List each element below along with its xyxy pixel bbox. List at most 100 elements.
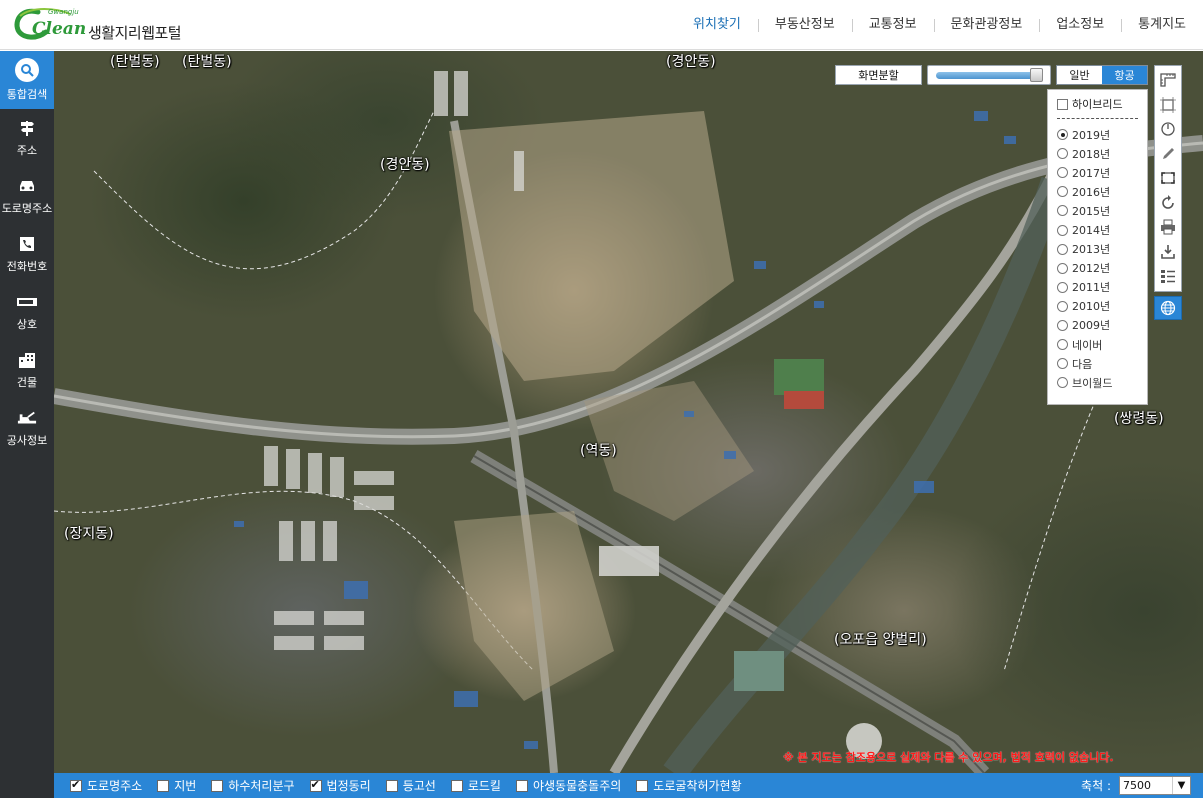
layer-checkbox[interactable] <box>385 779 398 792</box>
layer-toggle[interactable]: 법정동리 <box>309 777 371 794</box>
sidebar-item-road-address[interactable]: 도로명주소 <box>0 167 54 225</box>
sidebar-item-business-name[interactable]: 상호 <box>0 283 54 341</box>
map-roads-layer <box>54 71 1203 773</box>
year-option[interactable]: 네이버 <box>1057 335 1138 354</box>
layer-checkbox[interactable] <box>515 779 528 792</box>
legend-icon[interactable] <box>1156 264 1180 289</box>
aerial-year-panel: 하이브리드 2019년 2018년 2017년 2016년 2015년 2014년 2013… <box>1047 89 1148 405</box>
nav-real-estate[interactable]: 부동산정보 <box>757 0 852 50</box>
aerial-map[interactable]: (탄벌동) (탄벌동) (경안동) (경안동) (역동) (장지동) (오포읍 … <box>54 51 1203 773</box>
pencil-icon[interactable] <box>1156 142 1180 167</box>
year-option[interactable]: 2010년 <box>1057 297 1138 316</box>
nav-culture-tourism[interactable]: 문화관광정보 <box>933 0 1040 50</box>
year-radio[interactable] <box>1057 377 1068 389</box>
year-option[interactable]: 다음 <box>1057 354 1138 373</box>
year-option[interactable]: 2012년 <box>1057 259 1138 278</box>
area-measure-icon[interactable] <box>1156 93 1180 118</box>
year-radio[interactable] <box>1057 358 1068 370</box>
logo-subtext: Gwangju <box>48 8 79 16</box>
year-radio[interactable] <box>1057 167 1068 179</box>
download-icon[interactable] <box>1156 240 1180 265</box>
logo[interactable]: Gwangju Clean 생활지리웹포털 <box>12 6 182 44</box>
site-title: 생활지리웹포털 <box>88 24 182 42</box>
year-option[interactable]: 2013년 <box>1057 240 1138 259</box>
layer-checkbox[interactable] <box>450 779 463 792</box>
sidebar-item-integrated-search[interactable]: 통합검색 <box>0 51 54 109</box>
year-option[interactable]: 브이월드 <box>1057 373 1138 392</box>
layer-toggle[interactable]: 야생동물충돌주의 <box>515 777 622 794</box>
layer-label: 하수처리분구 <box>228 779 295 793</box>
signpost-icon <box>17 118 37 138</box>
radius-icon[interactable] <box>1156 117 1180 142</box>
year-radio[interactable] <box>1057 186 1068 198</box>
year-label: 2014년 <box>1072 224 1111 238</box>
fullscreen-icon[interactable] <box>1156 166 1180 191</box>
layer-checkbox[interactable] <box>636 779 649 792</box>
year-option[interactable]: 2009년 <box>1057 316 1138 335</box>
transparency-slider[interactable] <box>927 65 1051 85</box>
year-radio[interactable] <box>1057 262 1068 274</box>
layer-label: 야생동물충돌주의 <box>532 779 622 793</box>
year-option[interactable]: 2019년 <box>1057 125 1138 144</box>
year-radio[interactable] <box>1057 148 1068 160</box>
chevron-down-icon: ▼ <box>1172 777 1190 794</box>
layer-checkbox[interactable] <box>70 778 82 792</box>
year-label: 2017년 <box>1072 166 1111 180</box>
map-disclaimer: ※ 본 지도는 참조용으로 실제와 다를 수 있으며, 법적 효력이 없습니다. <box>783 751 1114 764</box>
sidebar-item-address[interactable]: 주소 <box>0 109 54 167</box>
layer-toggle[interactable]: 도로명주소 <box>70 777 142 794</box>
sidebar-item-construction[interactable]: 공사정보 <box>0 399 54 457</box>
layer-toggle[interactable]: 하수처리분구 <box>211 777 295 794</box>
year-radio[interactable] <box>1057 205 1068 217</box>
split-screen-button[interactable]: 화면분할 <box>835 65 922 85</box>
print-icon[interactable] <box>1156 215 1180 240</box>
year-radio[interactable] <box>1057 224 1068 236</box>
year-label: 2010년 <box>1072 300 1111 314</box>
layer-toggle[interactable]: 지번 <box>157 777 196 794</box>
year-option[interactable]: 2015년 <box>1057 201 1138 220</box>
basemap-aerial-button[interactable]: 항공 <box>1102 66 1147 84</box>
year-radio[interactable] <box>1057 300 1068 312</box>
place-label: (오포읍 양벌리) <box>834 632 927 648</box>
year-option[interactable]: 2016년 <box>1057 182 1138 201</box>
ruler-icon[interactable] <box>1156 68 1180 93</box>
year-radio[interactable] <box>1057 243 1068 255</box>
year-radio[interactable] <box>1057 281 1068 293</box>
hybrid-option[interactable]: 하이브리드 <box>1057 96 1138 112</box>
nav-traffic[interactable]: 교통정보 <box>851 0 934 50</box>
nav-statistics-map[interactable]: 통계지도 <box>1121 0 1203 50</box>
car-icon <box>17 176 37 196</box>
nav-business[interactable]: 업소정보 <box>1039 0 1121 50</box>
year-option[interactable]: 2017년 <box>1057 163 1138 182</box>
year-label: 2009년 <box>1072 319 1111 333</box>
layer-label: 도로굴착허가현황 <box>653 779 742 793</box>
layer-toggle[interactable]: 도로굴착허가현황 <box>636 777 742 794</box>
globe-icon[interactable] <box>1154 296 1182 320</box>
layer-checkbox[interactable] <box>211 779 224 792</box>
year-label: 네이버 <box>1072 338 1103 352</box>
layer-checkbox[interactable] <box>309 778 322 792</box>
year-option[interactable]: 2018년 <box>1057 144 1138 163</box>
layer-toggle[interactable]: 로드킬 <box>450 777 501 794</box>
year-label: 2015년 <box>1072 204 1111 218</box>
refresh-icon[interactable] <box>1156 191 1180 216</box>
sidebar-item-label: 공사정보 <box>6 434 48 447</box>
year-option[interactable]: 2011년 <box>1057 278 1138 297</box>
year-option[interactable]: 2014년 <box>1057 220 1138 239</box>
sidebar-item-building[interactable]: 건물 <box>0 341 54 399</box>
place-label: (장지동) <box>64 526 114 542</box>
sidebar-item-phone[interactable]: 전화번호 <box>0 225 54 283</box>
year-radio[interactable] <box>1057 319 1068 331</box>
nav-location-search[interactable]: 위치찾기 <box>676 0 758 50</box>
year-label: 2019년 <box>1072 128 1111 142</box>
sign-icon <box>17 292 37 312</box>
year-radio[interactable] <box>1057 339 1068 351</box>
slider-thumb[interactable] <box>1029 68 1043 82</box>
hybrid-checkbox[interactable] <box>1057 98 1068 110</box>
phone-icon <box>17 234 37 254</box>
scale-select[interactable]: 7500 ▼ <box>1119 776 1191 795</box>
basemap-normal-button[interactable]: 일반 <box>1057 66 1102 84</box>
layer-toggle[interactable]: 등고선 <box>385 777 436 794</box>
layer-checkbox[interactable] <box>157 779 170 792</box>
year-radio[interactable] <box>1057 129 1068 141</box>
